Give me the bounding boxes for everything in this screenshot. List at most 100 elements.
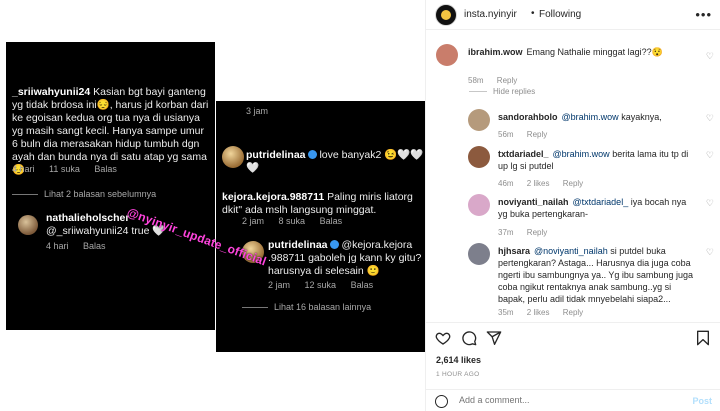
hide-replies-button[interactable]: Hide replies (469, 87, 535, 96)
divider-line (242, 307, 268, 309)
verified-badge-icon (329, 240, 339, 249)
mention-link[interactable]: @brahim.wow (562, 112, 619, 122)
comment-likes: 2 likes (526, 308, 550, 317)
comment-time: 3 jam (246, 106, 269, 116)
more-options-icon[interactable]: ••• (695, 7, 712, 22)
following-button[interactable]: Following (539, 9, 581, 20)
comment-putridelinaa: putridelinaa love banyak2 😉🤍🤍🤍 (246, 149, 424, 175)
reply-button[interactable]: Reply (527, 130, 547, 139)
comment-time: 46m (498, 179, 514, 188)
hide-replies-label: Hide replies (493, 87, 536, 96)
comment-icon[interactable] (461, 330, 477, 346)
comment-text: Kasian bgt bayi ganteng yg tidak brdosa … (12, 86, 209, 176)
reply-button[interactable]: Reply (497, 76, 517, 85)
comment-putridelinaa-reply: putridelinaa @kejora.kejora .988711 gabo… (268, 239, 424, 278)
comment-body: txtdariadel_ @brahim.wow berita lama itu … (498, 148, 694, 172)
reply-link: Balas (350, 280, 374, 290)
comment-meta: 37m Reply (498, 228, 558, 237)
screenshot-comments-left: _sriiwahyunii24 Kasian bgt bayi ganteng … (6, 42, 215, 330)
post-timestamp: 1 HOUR AGO (436, 371, 480, 378)
screenshot-comments-right: 3 jam putridelinaa love banyak2 😉🤍🤍🤍 kej… (216, 101, 425, 352)
view-replies-text: Lihat 16 balasan lainnya (274, 302, 372, 312)
comment-meta: 35m 2 likes Reply (498, 308, 594, 317)
likes-count[interactable]: 2,614 likes (436, 355, 481, 365)
heart-icon[interactable] (435, 330, 451, 346)
avatar[interactable] (468, 243, 490, 265)
comment-meta: 2 jam 8 suka Balas (242, 216, 354, 226)
separator-dot: • (531, 8, 535, 19)
comment-item: noviyanti_nailah @txtdariadel_ iya bocah … (426, 194, 720, 239)
post-button[interactable]: Post (692, 396, 712, 406)
comment-time: 4 hari (12, 164, 35, 174)
post-sidebar: insta.nyinyir • Following ••• ibrahim.wo… (426, 0, 720, 411)
comment-username[interactable]: sandorahbolo (498, 112, 558, 122)
comment-body: noviyanti_nailah @txtdariadel_ iya bocah … (498, 196, 694, 220)
comment-time: 2 jam (268, 280, 291, 290)
emoji-icon[interactable] (435, 395, 448, 408)
owner-username[interactable]: insta.nyinyir (464, 9, 517, 20)
comment-likes: 8 suka (278, 216, 306, 226)
comment-item: sandorahbolo @brahim.wow kayaknya, 56m Re… (426, 109, 720, 145)
avatar[interactable] (468, 194, 490, 216)
bookmark-icon[interactable] (695, 330, 711, 346)
comment-time: 35m (498, 308, 514, 317)
avatar[interactable] (436, 44, 458, 66)
mention-link[interactable]: @brahim.wow (553, 149, 610, 159)
comment-body: sandorahbolo @brahim.wow kayaknya, (498, 111, 694, 123)
comment-item: txtdariadel_ @brahim.wow berita lama itu … (426, 146, 720, 191)
avatar[interactable] (468, 109, 490, 131)
post-modal: _sriiwahyunii24 Kasian bgt bayi ganteng … (0, 0, 720, 411)
comment-likes: 12 suka (304, 280, 337, 290)
avatar (18, 215, 38, 235)
reply-button[interactable]: Reply (563, 308, 583, 317)
verified-badge-icon (307, 150, 317, 159)
divider-line (469, 91, 487, 93)
owner-avatar[interactable] (435, 4, 457, 26)
comment-text: Emang Nathalie minggat lagi??😯 (526, 47, 663, 57)
heart-icon[interactable]: ♡ (706, 247, 714, 258)
reply-link: Balas (83, 241, 106, 251)
reply-link: Balas (319, 216, 343, 226)
comment-meta: 56m Reply (498, 130, 558, 139)
comment-username: _sriiwahyunii24 (12, 86, 91, 98)
comment-username: nathalieholscher (46, 212, 130, 224)
comment-username[interactable]: hjhsara (498, 246, 530, 256)
comment-list[interactable]: ibrahim.wow Emang Nathalie minggat lagi??… (426, 31, 720, 321)
action-bar (426, 322, 720, 352)
heart-icon[interactable]: ♡ (706, 198, 714, 209)
post-image[interactable]: _sriiwahyunii24 Kasian bgt bayi ganteng … (0, 0, 426, 411)
share-icon[interactable] (486, 330, 502, 346)
view-replies-text: Lihat 2 balasan sebelumnya (44, 189, 157, 199)
reply-button[interactable]: Reply (563, 179, 583, 188)
reply-button[interactable]: Reply (527, 228, 547, 237)
mention-link[interactable]: @txtdariadel_ (573, 197, 629, 207)
comment-kejora: kejora.kejora.988711 Paling miris liator… (222, 191, 422, 217)
comment-meta: 58m Reply (468, 76, 528, 85)
heart-icon[interactable]: ♡ (706, 150, 714, 161)
comment-meta: 2 jam 12 suka Balas (268, 280, 385, 290)
comment-meta: 4 hari 11 suka Balas (12, 164, 129, 174)
reply-link: Balas (94, 164, 117, 174)
comment-time: 2 jam (242, 216, 265, 226)
comment-likes: 11 suka (49, 164, 80, 174)
view-more-replies: Lihat 16 balasan lainnya (242, 302, 371, 312)
comment-time: 58m (468, 76, 484, 85)
comment-username: kejora.kejora.988711 (222, 191, 325, 203)
comment-meta: 46m 2 likes Reply (498, 179, 594, 188)
comment-username[interactable]: ibrahim.wow (468, 47, 523, 57)
comment-time: 37m (498, 228, 514, 237)
comment-username[interactable]: noviyanti_nailah (498, 197, 569, 207)
comment-text: kayaknya, (621, 112, 662, 122)
comment-time: 4 hari (46, 241, 69, 251)
comment-meta: 4 hari Balas (46, 241, 118, 251)
post-header: insta.nyinyir • Following ••• (426, 0, 720, 30)
avatar[interactable] (468, 146, 490, 168)
divider-line (12, 194, 38, 196)
comment-input[interactable] (459, 395, 679, 405)
heart-icon[interactable]: ♡ (706, 51, 714, 62)
mention-link[interactable]: @noviyanti_nailah (534, 246, 608, 256)
comment-username[interactable]: txtdariadel_ (498, 149, 549, 159)
avatar (222, 146, 244, 168)
add-comment-bar: Post (426, 389, 720, 411)
heart-icon[interactable]: ♡ (706, 113, 714, 124)
